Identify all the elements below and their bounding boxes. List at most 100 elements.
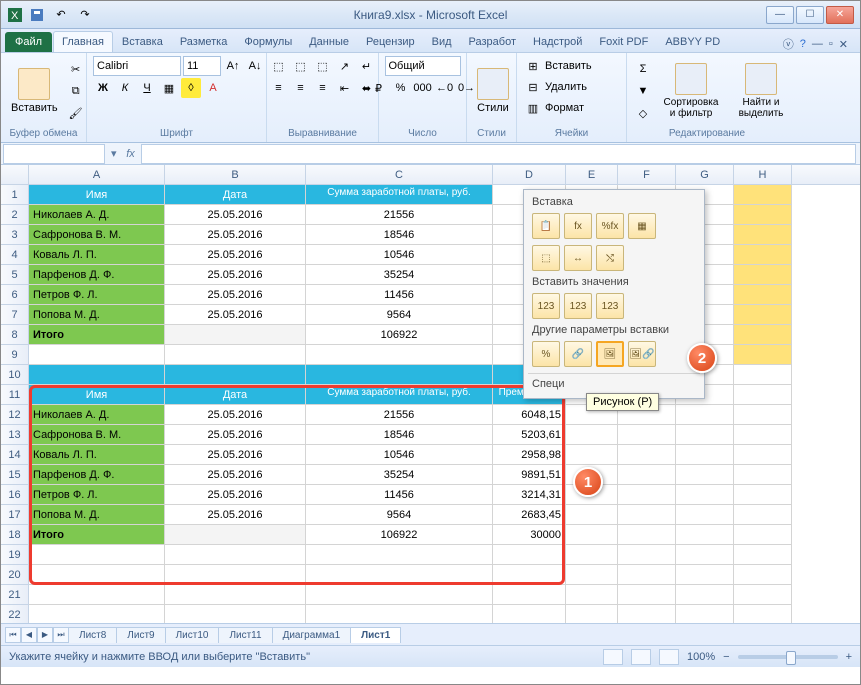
cell[interactable] — [734, 385, 792, 405]
cell[interactable] — [165, 565, 306, 585]
bold-icon[interactable]: Ж — [93, 78, 113, 98]
paste-formulas-button[interactable]: fx — [564, 213, 592, 239]
cell[interactable] — [734, 305, 792, 325]
cell[interactable]: Парфенов Д. Ф. — [29, 265, 165, 285]
wrap-icon[interactable]: ↵ — [357, 56, 377, 76]
cut-icon[interactable]: ✂ — [66, 59, 86, 79]
currency-icon[interactable]: ₽ — [369, 78, 389, 98]
cell[interactable] — [618, 465, 676, 485]
cell[interactable]: 106922 — [306, 525, 493, 545]
tab-abbyy[interactable]: ABBYY PD — [657, 32, 728, 52]
sheet-tab[interactable]: Лист10 — [165, 627, 220, 643]
cell[interactable] — [306, 545, 493, 565]
clear-icon[interactable]: ◇ — [633, 103, 653, 123]
paste-no-border-button[interactable]: ⬚ — [532, 245, 560, 271]
cell[interactable]: 18546 — [306, 425, 493, 445]
cell[interactable]: 25.05.2016 — [165, 505, 306, 525]
doc-min-icon[interactable]: — — [812, 38, 823, 50]
find-select-button[interactable]: Найти и выделить — [729, 61, 793, 121]
cell[interactable] — [29, 565, 165, 585]
cell[interactable]: 25.05.2016 — [165, 485, 306, 505]
cell[interactable] — [29, 365, 165, 385]
cell[interactable] — [493, 545, 566, 565]
comma-icon[interactable]: 000 — [413, 78, 433, 98]
italic-icon[interactable]: К — [115, 78, 135, 98]
select-all-corner[interactable] — [1, 165, 29, 184]
row-header[interactable]: 4 — [1, 245, 29, 265]
cell[interactable]: Николаев А. Д. — [29, 405, 165, 425]
cell[interactable] — [734, 345, 792, 365]
border-icon[interactable]: ▦ — [159, 78, 179, 98]
cell[interactable] — [734, 365, 792, 385]
col-header[interactable]: F — [618, 165, 676, 184]
cell[interactable] — [165, 345, 306, 365]
autosum-icon[interactable]: Σ — [633, 59, 653, 79]
cell[interactable] — [676, 585, 734, 605]
cell[interactable]: Имя — [29, 185, 165, 205]
cell[interactable]: 25.05.2016 — [165, 305, 306, 325]
row-header[interactable]: 22 — [1, 605, 29, 623]
cell[interactable]: Итого — [29, 325, 165, 345]
cell[interactable]: 9891,51 — [493, 465, 566, 485]
align-mid-icon[interactable]: ⬚ — [291, 56, 311, 76]
cell[interactable] — [618, 485, 676, 505]
cell[interactable]: 35254 — [306, 465, 493, 485]
view-layout-icon[interactable] — [631, 649, 651, 665]
tab-review[interactable]: Рецензир — [358, 32, 423, 52]
cell[interactable] — [306, 565, 493, 585]
view-normal-icon[interactable] — [603, 649, 623, 665]
cell[interactable]: Коваль Л. П. — [29, 445, 165, 465]
col-header[interactable]: D — [493, 165, 566, 184]
doc-max-icon[interactable]: ▫ — [829, 38, 833, 50]
minimize-button[interactable]: — — [766, 6, 794, 24]
cell[interactable]: 21556 — [306, 405, 493, 425]
cell[interactable]: Попова М. Д. — [29, 305, 165, 325]
cell[interactable] — [493, 605, 566, 623]
close-button[interactable]: ✕ — [826, 6, 854, 24]
cell[interactable]: 2958,98 — [493, 445, 566, 465]
cell[interactable] — [734, 425, 792, 445]
cell[interactable]: 10546 — [306, 445, 493, 465]
cell[interactable] — [734, 605, 792, 623]
cell[interactable]: Парфенов Д. Ф. — [29, 465, 165, 485]
doc-close-icon[interactable]: ✕ — [839, 38, 848, 51]
row-header[interactable]: 19 — [1, 545, 29, 565]
cell[interactable] — [734, 585, 792, 605]
cell[interactable] — [618, 525, 676, 545]
cell[interactable] — [676, 465, 734, 485]
font-size-select[interactable] — [183, 56, 221, 76]
cell[interactable] — [165, 545, 306, 565]
cell[interactable] — [734, 565, 792, 585]
cell[interactable] — [618, 585, 676, 605]
cell[interactable]: Петров Ф. Л. — [29, 285, 165, 305]
cell[interactable] — [734, 185, 792, 205]
row-header[interactable]: 10 — [1, 365, 29, 385]
row-header[interactable]: 20 — [1, 565, 29, 585]
cell[interactable] — [734, 245, 792, 265]
paste-all-button[interactable]: 📋 — [532, 213, 560, 239]
cell[interactable]: Попова М. Д. — [29, 505, 165, 525]
col-header[interactable]: B — [165, 165, 306, 184]
paste-keep-format-button[interactable]: ▦ — [628, 213, 656, 239]
cell[interactable] — [493, 565, 566, 585]
cell[interactable]: 25.05.2016 — [165, 225, 306, 245]
col-header[interactable]: E — [566, 165, 618, 184]
redo-icon[interactable]: ↷ — [75, 5, 95, 25]
cell[interactable] — [676, 445, 734, 465]
cell[interactable]: 25.05.2016 — [165, 425, 306, 445]
row-header[interactable]: 12 — [1, 405, 29, 425]
cell[interactable]: 9564 — [306, 505, 493, 525]
cell[interactable]: 25.05.2016 — [165, 465, 306, 485]
cell[interactable] — [306, 345, 493, 365]
indent-dec-icon[interactable]: ⇤ — [335, 78, 355, 98]
cell[interactable] — [165, 585, 306, 605]
cell[interactable] — [29, 605, 165, 623]
cell[interactable]: 25.05.2016 — [165, 245, 306, 265]
sheet-tab[interactable]: Лист8 — [68, 627, 117, 643]
col-header[interactable]: A — [29, 165, 165, 184]
cell[interactable]: 18546 — [306, 225, 493, 245]
cell[interactable] — [618, 425, 676, 445]
fx-icon[interactable]: fx — [121, 148, 141, 160]
paste-col-width-button[interactable]: ↔ — [564, 245, 592, 271]
cell[interactable] — [618, 545, 676, 565]
